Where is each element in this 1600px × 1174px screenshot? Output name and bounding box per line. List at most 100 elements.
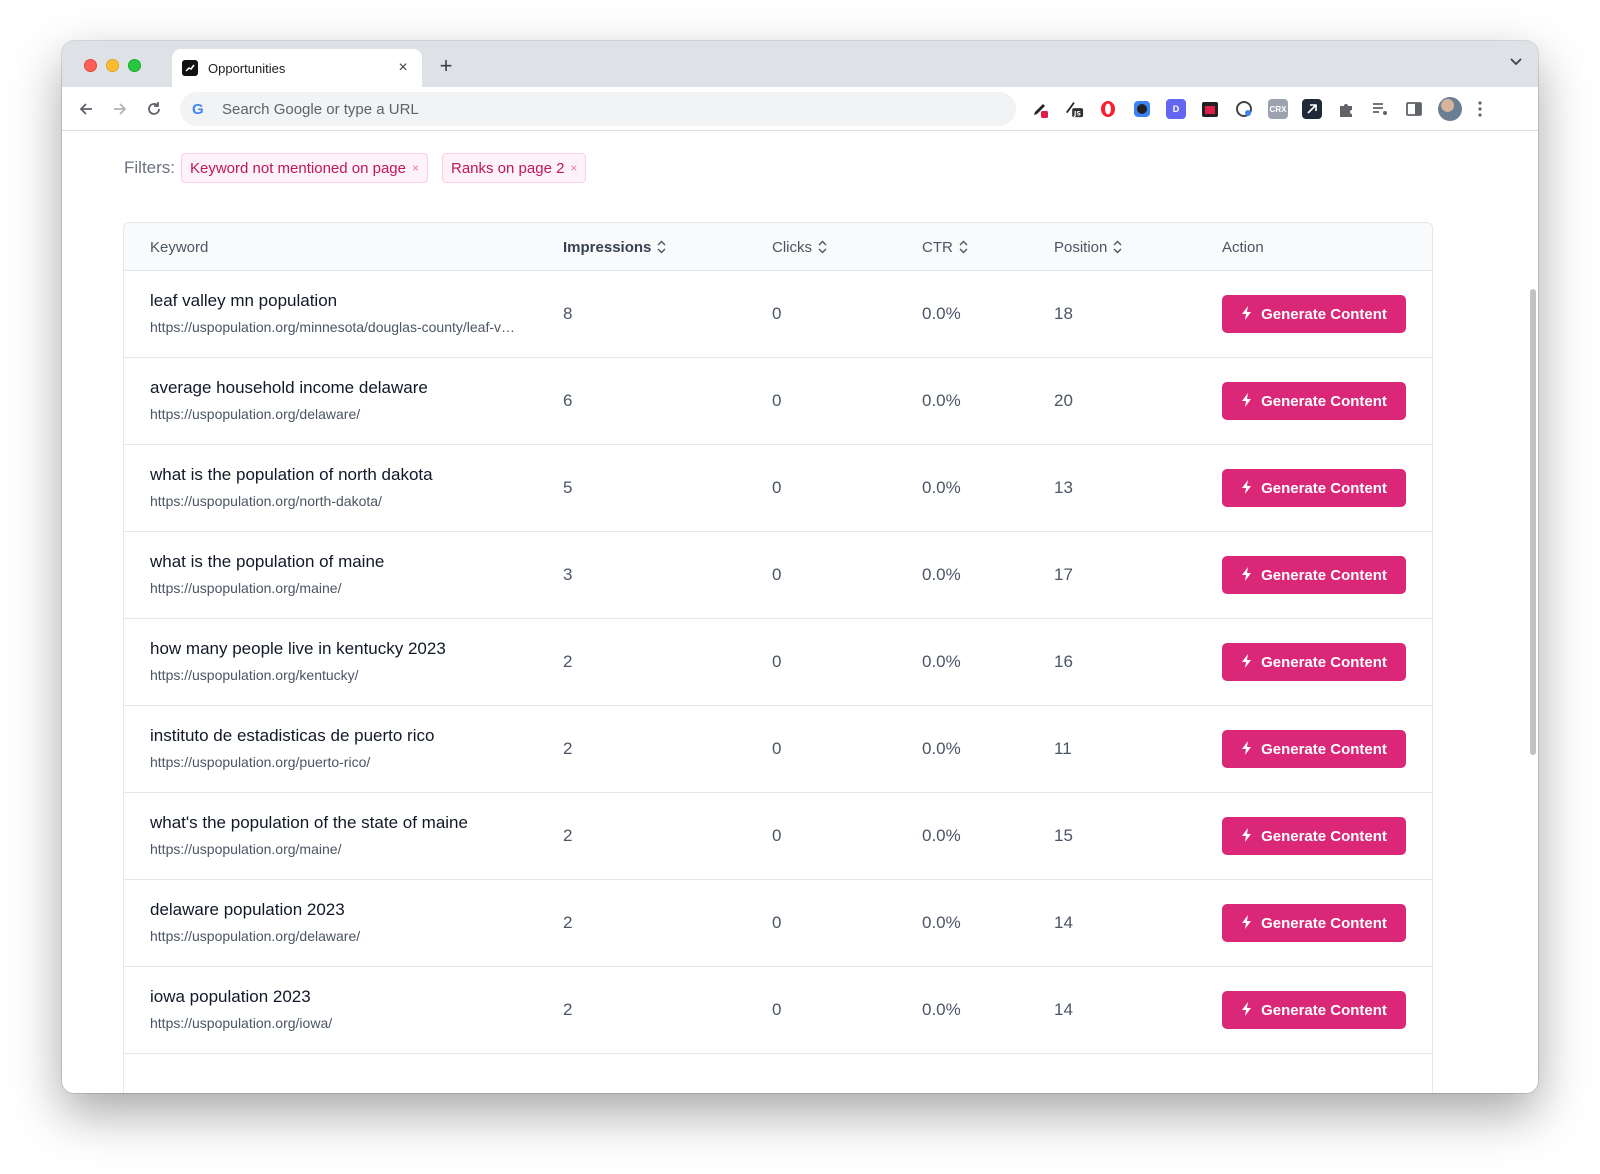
tab-close-icon[interactable]: × (394, 59, 412, 77)
remove-filter-icon[interactable]: × (412, 161, 419, 175)
globe-icon[interactable] (1234, 99, 1254, 119)
maximize-window-button[interactable] (128, 59, 141, 72)
column-header-ctr-label: CTR (922, 238, 953, 256)
generate-content-button[interactable]: Generate Content (1222, 817, 1406, 855)
table-row: how many people live in kentucky 2023 ht… (124, 619, 1432, 706)
column-header-position[interactable]: Position (1054, 223, 1122, 271)
keyword-cell: how many people live in kentucky 2023 ht… (150, 639, 530, 683)
page-url-link[interactable]: https://uspopulation.org/iowa/ (150, 1015, 518, 1031)
window-controls (84, 59, 141, 72)
generate-content-button[interactable]: Generate Content (1222, 295, 1406, 333)
generate-content-label: Generate Content (1261, 305, 1387, 323)
generate-content-button[interactable]: Generate Content (1222, 382, 1406, 420)
lightning-icon (1241, 827, 1253, 845)
clicks-cell: 0 (772, 391, 782, 410)
page-url-link[interactable]: https://uspopulation.org/minnesota/dougl… (150, 319, 518, 335)
forward-arrow-icon[interactable] (106, 95, 134, 123)
position-cell: 11 (1054, 739, 1072, 758)
column-header-ctr[interactable]: CTR (922, 223, 968, 271)
sort-icon (657, 240, 666, 254)
kebab-menu-icon[interactable] (1476, 99, 1484, 119)
close-window-button[interactable] (84, 59, 97, 72)
generate-content-label: Generate Content (1261, 740, 1387, 758)
ctr-cell: 0.0% (922, 478, 961, 497)
opera-icon[interactable] (1098, 99, 1118, 119)
column-header-position-label: Position (1054, 238, 1108, 256)
generate-content-button[interactable]: Generate Content (1222, 991, 1406, 1029)
page-url-link[interactable]: https://uspopulation.org/delaware/ (150, 928, 518, 944)
list-icon[interactable] (1370, 99, 1390, 119)
arrow-icon[interactable] (1302, 99, 1322, 119)
chevron-down-icon[interactable] (1510, 55, 1522, 69)
column-header-clicks[interactable]: Clicks (772, 223, 827, 271)
clicks-cell: 0 (772, 739, 782, 758)
impressions-cell: 2 (563, 913, 573, 932)
ctr-cell: 0.0% (922, 826, 961, 845)
ctr-cell: 0.0% (922, 391, 961, 410)
generate-content-button[interactable]: Generate Content (1222, 469, 1406, 507)
column-header-impressions[interactable]: Impressions (563, 223, 666, 271)
minimize-window-button[interactable] (106, 59, 119, 72)
trend-icon (182, 60, 198, 76)
active-tab[interactable]: Opportunities × (172, 49, 422, 87)
clicks-cell: 0 (772, 304, 782, 323)
crx-icon[interactable]: CRX (1268, 99, 1288, 119)
page-url-link[interactable]: https://uspopulation.org/delaware/ (150, 406, 518, 422)
generate-content-button[interactable]: Generate Content (1222, 643, 1406, 681)
generate-content-button[interactable]: Generate Content (1222, 556, 1406, 594)
sort-icon (959, 240, 968, 254)
generate-content-label: Generate Content (1261, 653, 1387, 671)
sort-icon (818, 240, 827, 254)
sort-icon (1113, 240, 1122, 254)
pen-icon[interactable] (1030, 99, 1050, 119)
clicks-cell: 0 (772, 913, 782, 932)
table-row: average household income delaware https:… (124, 358, 1432, 445)
clicks-cell: 0 (772, 652, 782, 671)
calendar-icon[interactable] (1200, 99, 1220, 119)
page-url-link[interactable]: https://uspopulation.org/maine/ (150, 841, 518, 857)
generate-content-label: Generate Content (1261, 479, 1387, 497)
circle-icon[interactable] (1132, 99, 1152, 119)
js-icon[interactable]: JS (1064, 99, 1084, 119)
back-arrow-icon[interactable] (72, 95, 100, 123)
column-header-action: Action (1222, 223, 1264, 271)
keyword-text: delaware population 2023 (150, 900, 345, 919)
column-header-clicks-label: Clicks (772, 238, 812, 256)
page-url-link[interactable]: https://uspopulation.org/north-dakota/ (150, 493, 518, 509)
tab-title: Opportunities (208, 60, 286, 76)
position-cell: 16 (1054, 652, 1073, 671)
reload-icon[interactable] (140, 95, 168, 123)
keyword-text: iowa population 2023 (150, 987, 311, 1006)
column-header-impressions-label: Impressions (563, 238, 652, 256)
clicks-cell: 0 (772, 478, 782, 497)
page-url-link[interactable]: https://uspopulation.org/kentucky/ (150, 667, 518, 683)
position-cell: 14 (1054, 1000, 1073, 1019)
avatar[interactable] (1438, 97, 1462, 121)
page-url-link[interactable]: https://uspopulation.org/maine/ (150, 580, 518, 596)
address-bar-placeholder: Search Google or type a URL (222, 100, 419, 118)
remove-filter-icon[interactable]: × (570, 161, 577, 175)
ctr-cell: 0.0% (922, 1000, 961, 1019)
new-tab-button[interactable]: + (434, 53, 458, 79)
sidebar-icon[interactable] (1404, 99, 1424, 119)
address-bar[interactable]: G Search Google or type a URL (180, 92, 1016, 126)
keyword-text: what is the population of maine (150, 552, 385, 571)
filter-chip-keyword-not-mentioned[interactable]: Keyword not mentioned on page × (181, 153, 428, 183)
page-url-link[interactable]: https://uspopulation.org/puerto-rico/ (150, 754, 518, 770)
puzzle-icon[interactable] (1336, 99, 1356, 119)
clicks-cell: 0 (772, 1000, 782, 1019)
generate-content-button[interactable]: Generate Content (1222, 904, 1406, 942)
filters-label: Filters: (124, 158, 175, 177)
d-icon[interactable]: D (1166, 99, 1186, 119)
table-body: leaf valley mn population https://uspopu… (124, 271, 1432, 1054)
impressions-cell: 3 (563, 565, 573, 584)
clicks-cell: 0 (772, 565, 782, 584)
lightning-icon (1241, 392, 1253, 410)
filter-chip-ranks-on-page-2[interactable]: Ranks on page 2 × (442, 153, 587, 183)
scrollbar[interactable] (1530, 289, 1536, 755)
impressions-cell: 2 (563, 826, 573, 845)
generate-content-button[interactable]: Generate Content (1222, 730, 1406, 768)
impressions-cell: 2 (563, 739, 573, 758)
generate-content-label: Generate Content (1261, 1001, 1387, 1019)
extensions-bar: JS D CRX (1030, 95, 1484, 123)
